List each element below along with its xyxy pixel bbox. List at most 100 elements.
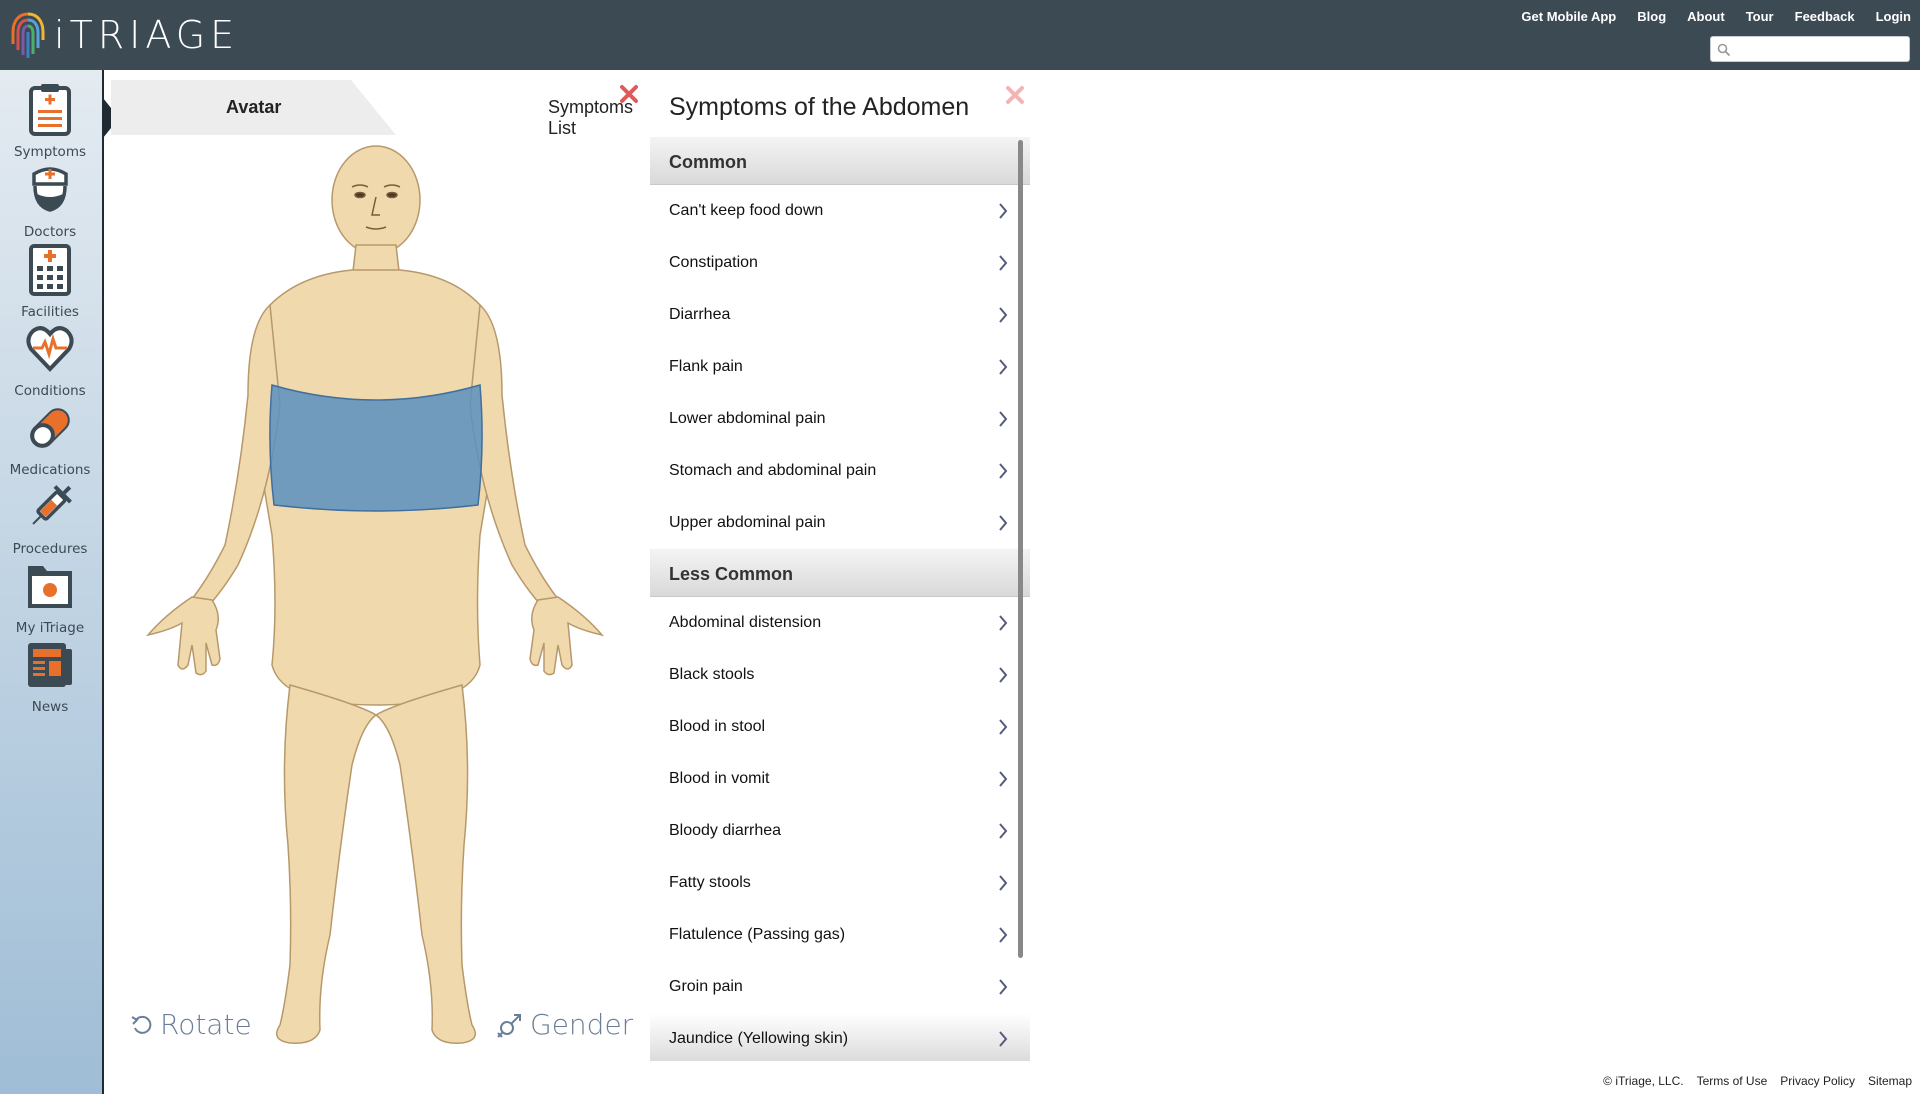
- body-avatar[interactable]: [140, 145, 620, 1050]
- symptom-item[interactable]: Can't keep food down: [650, 185, 1030, 237]
- tab-avatar-label: Avatar: [226, 97, 282, 117]
- symptom-item[interactable]: Flatulence (Passing gas): [650, 909, 1030, 961]
- nav-about[interactable]: About: [1687, 9, 1725, 24]
- symptom-item[interactable]: Jaundice (Yellowing skin): [650, 1013, 1030, 1061]
- chevron-right-icon: [999, 771, 1008, 787]
- footer: © iTriage, LLC. Terms of Use Privacy Pol…: [1603, 1074, 1912, 1088]
- symptom-item[interactable]: Lower abdominal pain: [650, 393, 1030, 445]
- sidebar-item-label: Medications: [9, 462, 91, 478]
- panel-title: Symptoms of the Abdomen: [669, 93, 970, 121]
- symptom-label: Groin pain: [669, 978, 743, 995]
- fingerprint-logo-icon: [11, 12, 45, 58]
- search-box[interactable]: [1710, 36, 1910, 62]
- section-heading: Less Common: [669, 564, 794, 584]
- symptom-label: Flatulence (Passing gas): [669, 926, 846, 943]
- chevron-right-icon: [999, 875, 1008, 891]
- symptom-label: Blood in stool: [669, 718, 766, 735]
- symptom-item[interactable]: Blood in vomit: [650, 753, 1030, 805]
- nav-tour[interactable]: Tour: [1746, 9, 1774, 24]
- close-symptoms-icon[interactable]: [1004, 84, 1026, 106]
- symptom-label: Upper abdominal pain: [669, 514, 826, 531]
- chevron-right-icon: [999, 411, 1008, 427]
- nav-get-mobile-app[interactable]: Get Mobile App: [1521, 9, 1616, 24]
- rotate-label: Rotate: [160, 1008, 252, 1041]
- symptom-label: Black stools: [669, 666, 755, 683]
- symptom-item[interactable]: Abdominal distension: [650, 597, 1030, 649]
- copyright-text: © iTriage, LLC.: [1603, 1074, 1684, 1088]
- symptom-label: Jaundice (Yellowing skin): [669, 1030, 849, 1047]
- sidebar-item-label: My iTriage: [15, 620, 85, 636]
- chevron-right-icon: [999, 203, 1008, 219]
- left-sidebar: Symptoms Doctors Facilities Conditions M…: [0, 70, 104, 1094]
- nav-login[interactable]: Login: [1876, 9, 1911, 24]
- sidebar-item-label: Facilities: [21, 304, 79, 320]
- symptom-item[interactable]: Fatty stools: [650, 857, 1030, 909]
- gender-button[interactable]: Gender: [496, 1008, 633, 1041]
- search-input[interactable]: [1735, 40, 1905, 58]
- newspaper-icon: [28, 643, 72, 687]
- nav-blog[interactable]: Blog: [1637, 9, 1666, 24]
- search-icon: [1717, 43, 1731, 57]
- sidebar-item-news[interactable]: News: [0, 637, 100, 716]
- sidebar-item-my-itriage[interactable]: My iTriage: [0, 558, 100, 637]
- symptom-item[interactable]: Black stools: [650, 649, 1030, 701]
- symptom-item[interactable]: Stomach and abdominal pain: [650, 445, 1030, 497]
- symptom-label: Diarrhea: [669, 306, 731, 323]
- symptoms-list[interactable]: Common Can't keep food down Constipation…: [650, 137, 1030, 1061]
- close-avatar-icon[interactable]: [618, 83, 640, 105]
- logo-text: iTRIAGE: [54, 13, 240, 57]
- sidebar-item-facilities[interactable]: Facilities: [0, 242, 100, 321]
- symptom-item[interactable]: Bloody diarrhea: [650, 805, 1030, 857]
- sidebar-item-medications[interactable]: Medications: [0, 400, 100, 479]
- clipboard-icon: [29, 84, 71, 136]
- sidebar-item-conditions[interactable]: Conditions: [0, 321, 100, 400]
- sidebar-item-label: News: [31, 699, 69, 715]
- itriage-logo[interactable]: iTRIAGE: [10, 10, 239, 60]
- top-nav: Get Mobile App Blog About Tour Feedback …: [1521, 9, 1911, 24]
- section-header-less-common: Less Common: [650, 549, 1030, 597]
- abdomen-region-highlight[interactable]: [269, 384, 483, 512]
- doctor-icon: [32, 167, 68, 212]
- chevron-right-icon: [999, 667, 1008, 683]
- footer-privacy-link[interactable]: Privacy Policy: [1780, 1074, 1855, 1088]
- symptom-item[interactable]: Diarrhea: [650, 289, 1030, 341]
- chevron-right-icon: [999, 979, 1008, 995]
- body-figure-illustration: [145, 145, 605, 1044]
- symptom-item[interactable]: Groin pain: [650, 961, 1030, 1013]
- symptom-label: Flank pain: [669, 358, 743, 375]
- chevron-right-icon: [999, 927, 1008, 943]
- gender-icon: [497, 1013, 521, 1038]
- tab-symptoms-list[interactable]: Symptoms List: [396, 80, 633, 138]
- sidebar-item-procedures[interactable]: Procedures: [0, 479, 100, 558]
- tab-avatar[interactable]: Avatar: [111, 80, 396, 135]
- symptom-item[interactable]: Flank pain: [650, 341, 1030, 393]
- symptom-label: Lower abdominal pain: [669, 410, 826, 427]
- section-heading: Common: [669, 152, 747, 172]
- list-scrollbar[interactable]: [1018, 140, 1023, 958]
- hospital-icon: [29, 244, 71, 296]
- nav-feedback[interactable]: Feedback: [1795, 9, 1855, 24]
- symptom-item[interactable]: Blood in stool: [650, 701, 1030, 753]
- heart-icon: [26, 326, 74, 372]
- gender-label: Gender: [530, 1008, 634, 1041]
- symptom-label: Abdominal distension: [669, 614, 822, 631]
- sidebar-item-label: Conditions: [14, 383, 86, 399]
- chevron-right-icon: [999, 515, 1008, 531]
- chevron-right-icon: [999, 255, 1008, 271]
- symptom-label: Fatty stools: [669, 874, 751, 891]
- symptom-item[interactable]: Upper abdominal pain: [650, 497, 1030, 549]
- chevron-right-icon: [999, 615, 1008, 631]
- symptom-item[interactable]: Constipation: [650, 237, 1030, 289]
- symptom-label: Stomach and abdominal pain: [669, 462, 877, 479]
- chevron-right-icon: [999, 359, 1008, 375]
- chevron-right-icon: [999, 463, 1008, 479]
- sidebar-item-symptoms[interactable]: Symptoms: [0, 82, 100, 161]
- symptom-label: Bloody diarrhea: [669, 822, 782, 839]
- rotate-button[interactable]: Rotate: [130, 1008, 252, 1041]
- footer-terms-link[interactable]: Terms of Use: [1697, 1074, 1768, 1088]
- chevron-right-icon: [999, 719, 1008, 735]
- section-header-common: Common: [650, 137, 1030, 185]
- footer-sitemap-link[interactable]: Sitemap: [1868, 1074, 1912, 1088]
- chevron-right-icon: [999, 823, 1008, 839]
- sidebar-item-doctors[interactable]: Doctors: [0, 162, 100, 241]
